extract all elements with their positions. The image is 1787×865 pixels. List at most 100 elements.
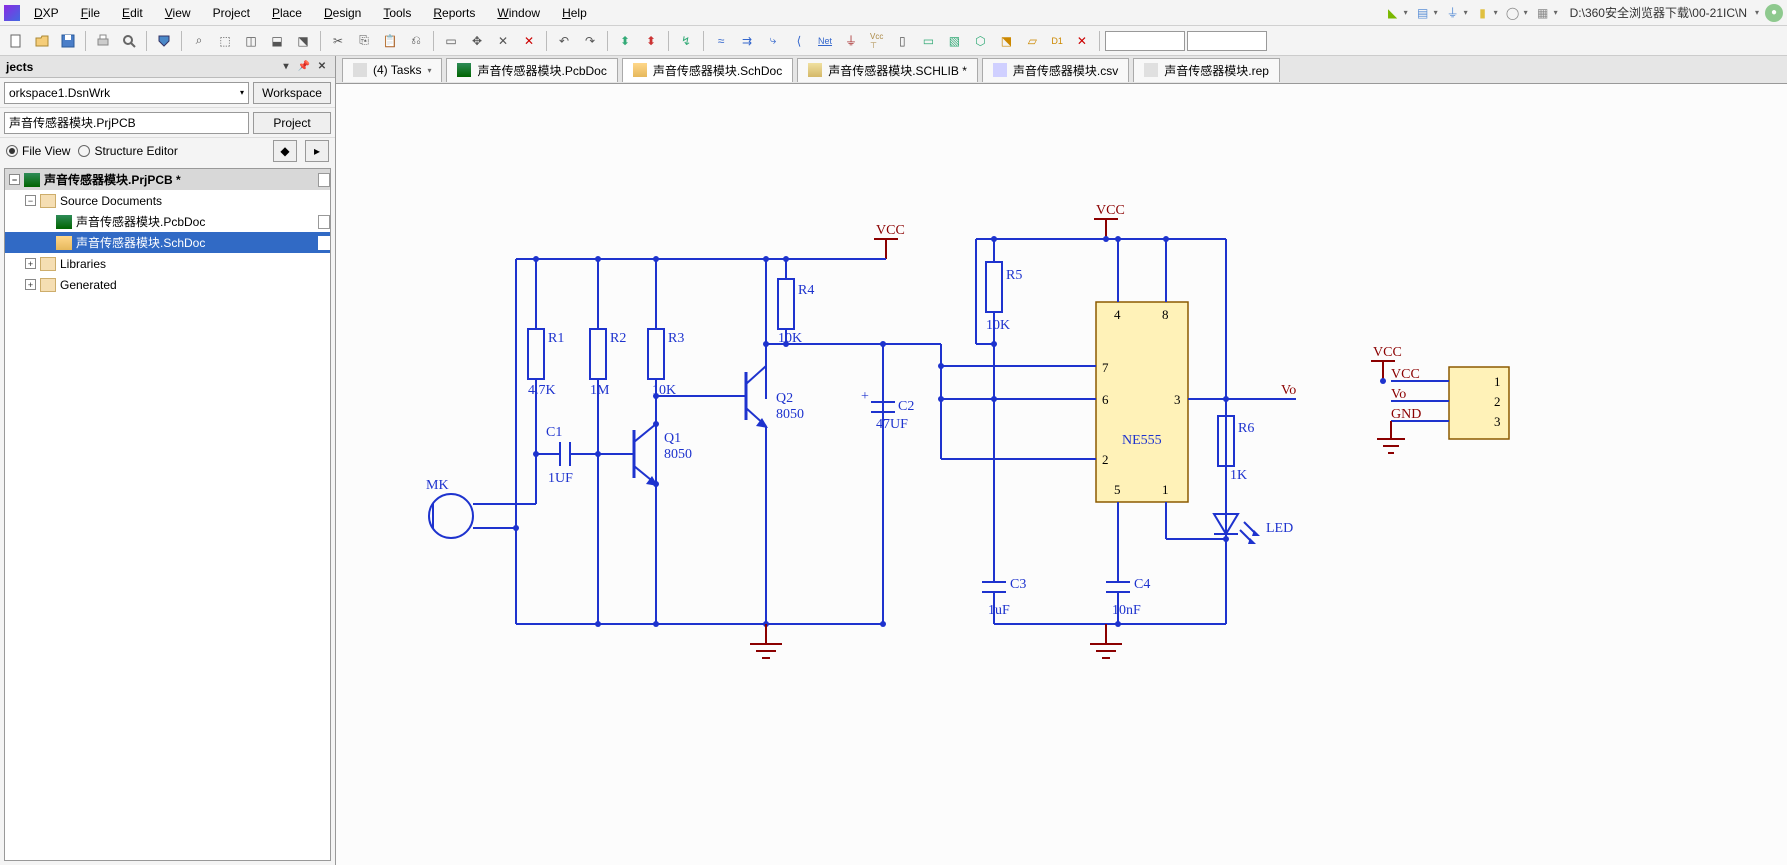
- preview-button[interactable]: [117, 29, 141, 53]
- mode-icon[interactable]: ◣: [1384, 4, 1402, 22]
- sheet-entry-button[interactable]: ▧: [942, 29, 966, 53]
- component-r1: R1 4.7K: [528, 329, 564, 398]
- port-button[interactable]: ▱: [1020, 29, 1044, 53]
- no-erc-button[interactable]: ✕: [1070, 29, 1094, 53]
- tab-pcbdoc[interactable]: 声音传感器模块.PcbDoc: [446, 58, 617, 82]
- bus-button[interactable]: ⇉: [735, 29, 759, 53]
- undo-button[interactable]: ↶: [552, 29, 576, 53]
- component-connector: 1 2 3 VCC Vo GND VCC: [1371, 345, 1509, 453]
- harness-button[interactable]: ⬔: [994, 29, 1018, 53]
- net-button[interactable]: Net: [813, 29, 837, 53]
- menu-dxp[interactable]: DXP: [24, 4, 69, 22]
- tab-rep[interactable]: 声音传感器模块.rep: [1133, 58, 1280, 82]
- panel-btn-2[interactable]: ▸: [305, 140, 329, 162]
- hierarchy-up-button[interactable]: ⬍: [613, 29, 637, 53]
- cut-button[interactable]: ✂: [326, 29, 350, 53]
- svg-text:1K: 1K: [1230, 468, 1247, 483]
- menu-window[interactable]: Window: [487, 4, 550, 22]
- tree-generated[interactable]: + Generated: [5, 274, 330, 295]
- menu-place[interactable]: Place: [262, 4, 312, 22]
- printer-icon[interactable]: ▤: [1414, 4, 1432, 22]
- file-view-radio[interactable]: File View: [6, 144, 70, 158]
- tab-tasks[interactable]: (4) Tasks▾: [342, 58, 442, 82]
- compile-button[interactable]: [152, 29, 176, 53]
- svg-text:Q2: Q2: [776, 391, 793, 406]
- tree-project[interactable]: − 声音传感器模块.PrjPCB *: [5, 169, 330, 190]
- menu-project[interactable]: Project: [203, 4, 260, 22]
- menu-help[interactable]: Help: [552, 4, 597, 22]
- copy-button[interactable]: ⎘: [352, 29, 376, 53]
- vcc-button[interactable]: Vcc⊤: [865, 29, 888, 53]
- menu-design[interactable]: Design: [314, 4, 371, 22]
- paste-button[interactable]: 📋: [378, 29, 402, 53]
- menu-reports[interactable]: Reports: [423, 4, 485, 22]
- tree-source-docs[interactable]: − Source Documents: [5, 190, 330, 211]
- resistor-icon[interactable]: ▮: [1474, 4, 1492, 22]
- bus-entry-button[interactable]: ⤷: [761, 29, 785, 53]
- svg-text:2: 2: [1494, 394, 1501, 409]
- move-button[interactable]: ✥: [465, 29, 489, 53]
- redo-button[interactable]: ↷: [578, 29, 602, 53]
- device-sheet-button[interactable]: ⬡: [968, 29, 992, 53]
- part-button[interactable]: ▯: [890, 29, 914, 53]
- zoom-sel-button[interactable]: ◫: [239, 29, 263, 53]
- zoom-area-button[interactable]: ⬚: [213, 29, 237, 53]
- go-button[interactable]: ●: [1765, 4, 1783, 22]
- panel-dropdown-icon[interactable]: ▾: [279, 60, 293, 74]
- cross-probe-button[interactable]: ↯: [674, 29, 698, 53]
- svg-text:1uF: 1uF: [988, 603, 1010, 618]
- structure-editor-radio[interactable]: Structure Editor: [78, 144, 177, 158]
- tab-rep-label: 声音传感器模块.rep: [1164, 62, 1269, 79]
- panel-pin-icon[interactable]: 📌: [297, 60, 311, 74]
- svg-text:2: 2: [1102, 452, 1109, 467]
- hierarchy-down-button[interactable]: ⬍: [639, 29, 663, 53]
- open-button[interactable]: [30, 29, 54, 53]
- svg-text:47UF: 47UF: [876, 417, 908, 432]
- tab-schlib[interactable]: 声音传感器模块.SCHLIB *: [797, 58, 978, 82]
- workspace-button[interactable]: Workspace: [253, 82, 331, 104]
- schematic-canvas[interactable]: VCC VCC R1 4.7K: [336, 84, 1787, 865]
- project-button[interactable]: Project: [253, 112, 331, 134]
- save-button[interactable]: [56, 29, 80, 53]
- sheet-symbol-button[interactable]: ▭: [916, 29, 940, 53]
- svg-text:VCC: VCC: [876, 223, 905, 238]
- deselect-button[interactable]: ✕: [491, 29, 515, 53]
- print-button[interactable]: [91, 29, 115, 53]
- select-comp-button[interactable]: ⬔: [291, 29, 315, 53]
- tree-project-label: 声音传感器模块.PrjPCB *: [44, 171, 181, 188]
- project-input[interactable]: [4, 112, 249, 134]
- app-logo: [4, 5, 20, 21]
- directive-button[interactable]: D1: [1046, 29, 1068, 53]
- tree-schdoc[interactable]: 声音传感器模块.SchDoc: [5, 232, 330, 253]
- menu-tools[interactable]: Tools: [373, 4, 421, 22]
- zoom-fit-button[interactable]: ⌕: [187, 29, 211, 53]
- component-q1: Q1 8050: [598, 421, 692, 487]
- menu-view[interactable]: View: [155, 4, 201, 22]
- panel-close-icon[interactable]: ✕: [315, 60, 329, 74]
- library-dropdown[interactable]: [1187, 31, 1267, 51]
- zoom-comp-button[interactable]: ⬓: [265, 29, 289, 53]
- panel-btn-1[interactable]: ◆: [273, 140, 297, 162]
- wire-button[interactable]: ≈: [709, 29, 733, 53]
- gnd-icon[interactable]: ⏚: [1444, 4, 1462, 22]
- svg-text:8050: 8050: [776, 407, 804, 422]
- select-rect-button[interactable]: ▭: [439, 29, 463, 53]
- tab-schdoc[interactable]: 声音传感器模块.SchDoc: [622, 58, 793, 82]
- netlabel-button[interactable]: ⟨: [787, 29, 811, 53]
- workspace-select[interactable]: orkspace1.DsnWrk▾: [4, 82, 249, 104]
- menu-file[interactable]: File: [71, 4, 110, 22]
- grid-icon[interactable]: ▦: [1534, 4, 1552, 22]
- new-button[interactable]: [4, 29, 28, 53]
- tab-csv[interactable]: 声音传感器模块.csv: [982, 58, 1129, 82]
- svg-text:7: 7: [1102, 360, 1109, 375]
- menu-edit[interactable]: Edit: [112, 4, 153, 22]
- rubber-stamp-button[interactable]: ⎌: [404, 29, 428, 53]
- svg-text:4: 4: [1114, 307, 1121, 322]
- component-dropdown[interactable]: [1105, 31, 1185, 51]
- cap-icon[interactable]: ◯: [1504, 4, 1522, 22]
- gnd-button[interactable]: ⏚: [839, 29, 863, 53]
- clear-filter-button[interactable]: ✕: [517, 29, 541, 53]
- tree-pcbdoc[interactable]: 声音传感器模块.PcbDoc: [5, 211, 330, 232]
- component-c1: C1 1UF: [536, 425, 598, 486]
- tree-libraries[interactable]: + Libraries: [5, 253, 330, 274]
